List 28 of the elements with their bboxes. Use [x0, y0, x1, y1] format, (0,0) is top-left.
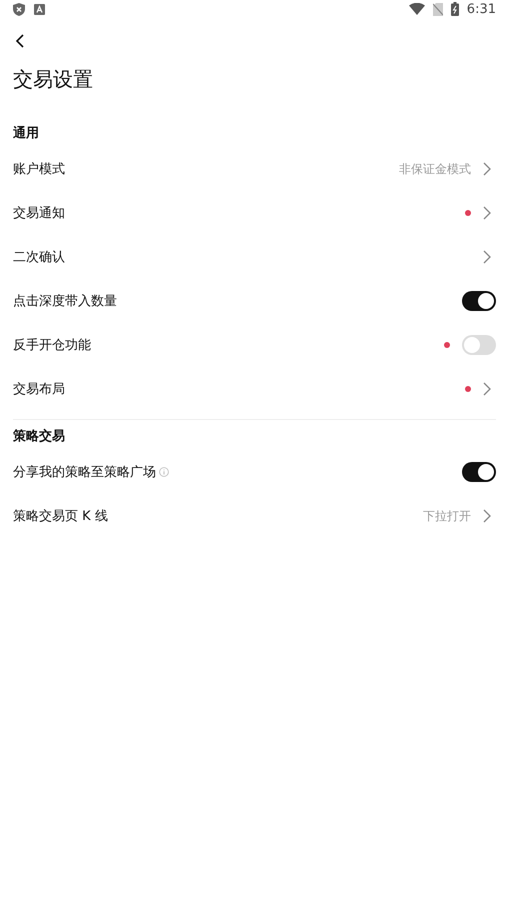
- setting-label: 交易布局: [13, 381, 65, 398]
- setting-label: 反手开仓功能: [13, 337, 91, 354]
- chevron-right-icon[interactable]: [483, 162, 491, 176]
- toggle-switch[interactable]: [462, 291, 496, 311]
- back-icon[interactable]: [15, 34, 25, 48]
- setting-value: 非保证金模式: [399, 160, 471, 178]
- setting-label: 二次确认: [13, 249, 65, 266]
- chevron-right-icon[interactable]: [483, 509, 491, 523]
- toggle-switch[interactable]: [462, 335, 496, 355]
- info-icon[interactable]: [159, 467, 169, 477]
- status-time: 6:31: [466, 2, 496, 16]
- no-sim-icon: [432, 2, 443, 16]
- setting-label: 点击深度带入数量: [13, 293, 117, 310]
- chevron-right-icon[interactable]: [483, 382, 491, 396]
- chevron-right-icon[interactable]: [483, 250, 491, 264]
- setting-label: 账户模式: [13, 161, 65, 178]
- chevron-right-icon[interactable]: [483, 206, 491, 220]
- page-title: 交易设置: [13, 66, 94, 93]
- setting-label: 分享我的策略至策略广场: [13, 464, 156, 481]
- section-heading: 通用: [13, 125, 40, 143]
- setting-value: 下拉打开: [423, 508, 471, 524]
- app-icon: [34, 4, 45, 14]
- section-heading: 策略交易: [13, 428, 66, 446]
- shield-icon: [13, 2, 25, 16]
- wifi-icon: [408, 3, 425, 15]
- toggle-switch[interactable]: [462, 462, 496, 482]
- setting-label: 交易通知: [13, 205, 65, 222]
- setting-label: 策略交易页 K 线: [13, 508, 108, 525]
